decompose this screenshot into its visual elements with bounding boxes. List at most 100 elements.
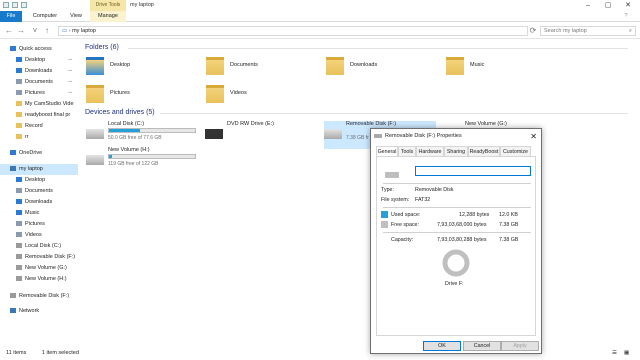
up-icon[interactable]: ↑ [42,26,52,36]
free-space-ring [442,249,470,277]
sidebar-item[interactable]: Network [0,306,78,317]
folder-item[interactable]: Desktop [86,56,206,78]
drive-name: Removable Disk (F:) [346,121,397,127]
ok-button[interactable]: OK [423,341,461,351]
documents-icon [16,79,22,84]
sidebar-item-label: Network [19,308,40,314]
folder-item[interactable]: Documents [206,56,326,78]
sidebar-item[interactable]: Desktop ⊸ [0,55,78,66]
tab-tools[interactable]: Tools [398,146,416,156]
network-icon [10,308,16,313]
drive-free-space: 7.38 GB fr [346,135,369,141]
sidebar-item[interactable]: Pictures ⊸ [0,88,78,99]
tab-customize[interactable]: Customize [500,146,531,156]
folder-icon [16,101,22,106]
drives-header[interactable]: Devices and drives (5) [85,109,155,116]
usb-drive-icon [324,129,342,139]
forward-icon[interactable]: → [16,26,26,36]
drive-letter-label: Drive F: [445,281,464,287]
dialog-close-icon[interactable]: ✕ [530,129,537,144]
tab-readyboost[interactable]: ReadyBoost [468,146,500,156]
filesystem-value: FAT32 [415,197,431,203]
sidebar-item-label: Local Disk (C:) [25,243,62,249]
sidebar-item[interactable]: rr [0,132,78,143]
tiles-view-icon[interactable]: ▦ [624,346,629,360]
drive-item[interactable]: DVD RW Drive (E:) [205,121,305,149]
sidebar-item[interactable]: Record [0,121,78,132]
computer-icon [10,166,16,171]
pin-icon: ⊸ [67,90,72,96]
tab-computer[interactable]: Computer [28,11,62,22]
pin-icon: ⊸ [67,57,72,63]
sidebar-item-label: New Volume (H:) [25,276,67,282]
sidebar-item[interactable]: Music [0,208,78,219]
sidebar-item[interactable]: My CamStudio Vide [0,99,78,110]
separator [383,232,531,233]
minimize-icon[interactable]: – [578,0,598,11]
folder-item[interactable]: Music [446,56,566,78]
dialog-title-bar[interactable]: Removable Disk (F:) Properties [371,129,541,144]
sidebar-item[interactable]: OneDrive [0,148,78,159]
refresh-icon[interactable]: ⟳ [528,26,538,36]
folder-label: Pictures [110,90,130,96]
selection-count: 1 item selected [41,350,79,356]
tab-manage[interactable]: Manage [90,11,126,22]
sidebar-item-label: Documents [25,188,53,194]
folder-item[interactable]: Pictures [86,84,206,106]
item-count: 11 items [6,350,27,356]
sidebar-item[interactable]: Quick access [0,44,78,55]
group-divider [128,48,628,49]
usb-drive-icon [10,293,16,298]
maximize-icon[interactable]: ▢ [598,0,618,11]
drive-item[interactable]: New Volume (H:) 119 GB free of 122 GB [86,147,196,175]
sidebar-item[interactable]: New Volume (H:) [0,274,78,285]
tab-hardware[interactable]: Hardware [416,146,444,156]
help-icon[interactable]: ? [616,11,636,22]
drive-item[interactable]: Local Disk (C:) 50.0 GB free of 77.6 GB [86,121,196,149]
sidebar-item[interactable]: Removable Disk (F:) [0,252,78,263]
sidebar-item-label: rr [25,134,29,140]
tab-sharing[interactable]: Sharing [444,146,468,156]
folders-header[interactable]: Folders (6) [85,44,119,51]
drive-usage-bar [108,154,196,159]
address-bar[interactable]: ▭ › my laptop [58,26,528,36]
sidebar-item[interactable]: Pictures [0,219,78,230]
sidebar-item[interactable]: Desktop [0,175,78,186]
folder-item[interactable]: Videos [206,84,326,106]
sidebar-item[interactable]: Videos [0,230,78,241]
drive-tools-tab[interactable]: Drive Tools [90,0,126,11]
properties-icon[interactable] [12,2,18,8]
sidebar-item[interactable]: Removable Disk (F:) [0,291,78,302]
quick-access-icon[interactable] [3,2,9,8]
sidebar-item[interactable]: Documents [0,186,78,197]
details-view-icon[interactable]: ☰ [612,346,617,360]
sidebar-item-label: Videos [25,232,42,238]
recent-dropdown-icon[interactable]: ˅ [30,26,40,36]
dvd-drive-icon [205,129,223,139]
tab-view[interactable]: View [64,11,88,22]
sidebar-item[interactable]: Downloads [0,197,78,208]
sidebar-item[interactable]: Downloads ⊸ [0,66,78,77]
folder-item[interactable]: Downloads [326,56,446,78]
sidebar-item[interactable]: Local Disk (C:) [0,241,78,252]
download-icon [16,68,22,73]
close-icon[interactable]: ✕ [618,0,638,11]
sidebar-item-label: Record [25,123,43,129]
sidebar-item-label: Desktop [25,177,46,183]
apply-button[interactable]: Apply [501,341,539,351]
sidebar-item[interactable]: readyboost final pr [0,110,78,121]
capacity-bytes: 7,93,03,80,288 bytes [437,237,487,243]
search-input[interactable]: Search my laptop ⌕ [540,26,636,36]
cancel-button[interactable]: Cancel [463,341,501,351]
sidebar-item[interactable]: my laptop [0,164,78,175]
new-folder-icon[interactable] [21,2,27,8]
dialog-title: Removable Disk (F:) Properties [385,133,462,139]
music-icon [16,210,22,215]
sidebar-item[interactable]: New Volume (G:) [0,263,78,274]
hard-drive-icon [86,155,104,165]
drive-name-input[interactable] [415,166,531,176]
sidebar-item[interactable]: Documents ⊸ [0,77,78,88]
tab-file[interactable]: File [0,11,22,22]
usb-drive-icon [385,172,399,178]
back-icon[interactable]: ← [4,26,14,36]
